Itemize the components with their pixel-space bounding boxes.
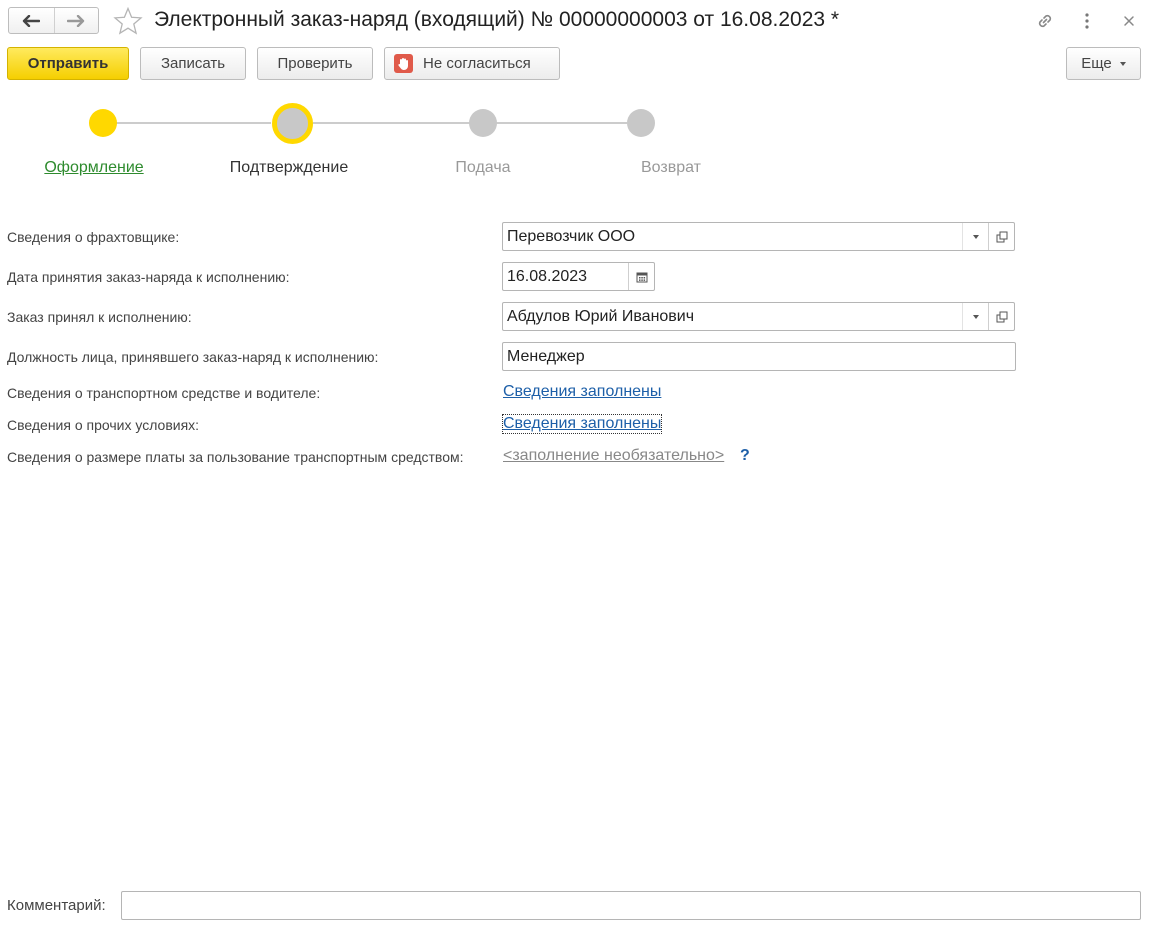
arrow-right-icon (67, 14, 85, 27)
calendar-button[interactable] (628, 263, 654, 290)
link-icon[interactable] (1034, 10, 1056, 32)
toolbar: Отправить Записать Проверить Не согласит… (0, 47, 1154, 81)
position-value: Менеджер (507, 347, 585, 365)
charterer-field[interactable]: Перевозчик ООО (502, 222, 1015, 251)
charterer-value: Перевозчик ООО (507, 227, 636, 245)
step-dot-pending (469, 109, 497, 137)
fee-label: Сведения о размере платы за пользование … (7, 449, 464, 465)
fee-link[interactable]: <заполнение необязательно> (503, 447, 724, 465)
step-label-pending: Подача (455, 159, 511, 176)
accept-date-field[interactable]: 16.08.2023 (502, 262, 655, 291)
open-window-icon (996, 231, 1007, 242)
open-button[interactable] (988, 223, 1014, 250)
send-button-label: Отправить (27, 55, 109, 72)
more-button-label: Еще (1081, 55, 1112, 72)
arrow-left-icon (23, 14, 41, 27)
stop-hand-icon (394, 54, 413, 73)
save-button[interactable]: Записать (140, 47, 246, 80)
other-conditions-link[interactable]: Сведения заполнены (501, 414, 663, 434)
step-label-current: Подтверждение (229, 159, 349, 176)
calendar-icon (636, 272, 647, 282)
comment-label: Комментарий: (7, 897, 106, 914)
help-icon[interactable]: ? (740, 447, 750, 465)
dropdown-button[interactable] (962, 223, 988, 250)
accept-date-value: 16.08.2023 (507, 267, 588, 285)
position-field[interactable]: Менеджер (502, 342, 1016, 371)
close-icon[interactable] (1118, 10, 1140, 32)
window-controls (1034, 10, 1140, 32)
forward-button[interactable] (53, 8, 99, 33)
step-dot-done (89, 109, 117, 137)
dropdown-button[interactable] (962, 303, 988, 330)
send-button[interactable]: Отправить (7, 47, 129, 80)
check-button[interactable]: Проверить (257, 47, 373, 80)
chevron-down-icon (972, 314, 979, 319)
accept-date-label: Дата принятия заказ-наряда к исполнению: (7, 269, 290, 285)
navigation-group (8, 7, 99, 34)
back-button[interactable] (9, 8, 54, 33)
stepper-connector (313, 122, 471, 124)
step-dot-current (272, 103, 313, 144)
comment-input[interactable] (121, 891, 1141, 920)
position-label: Должность лица, принявшего заказ-наряд к… (7, 349, 379, 365)
chevron-down-icon (1119, 61, 1126, 66)
disagree-button[interactable]: Не согласиться (384, 47, 560, 80)
process-stepper: Оформление Подтверждение Подача Возврат (0, 100, 760, 190)
other-conditions-label: Сведения о прочих условиях: (7, 417, 200, 433)
accepted-by-label: Заказ принял к исполнению: (7, 309, 192, 325)
open-button[interactable] (988, 303, 1014, 330)
more-button[interactable]: Еще (1066, 47, 1141, 80)
more-vertical-icon[interactable] (1076, 10, 1098, 32)
open-window-icon (996, 311, 1007, 322)
favorite-star-icon[interactable] (113, 6, 143, 38)
check-button-label: Проверить (277, 55, 353, 72)
step-label-done[interactable]: Оформление (44, 159, 143, 177)
vehicle-driver-label: Сведения о транспортном средстве и водит… (7, 385, 321, 401)
stepper-connector (103, 122, 271, 124)
save-button-label: Записать (160, 55, 226, 72)
window-title: Электронный заказ-наряд (входящий) № 000… (154, 8, 840, 31)
chevron-down-icon (972, 234, 979, 239)
stepper-connector (495, 122, 627, 124)
disagree-button-label: Не согласиться (423, 55, 531, 72)
charterer-label: Сведения о фрахтовщике: (7, 229, 180, 245)
step-label-pending: Возврат (641, 159, 701, 176)
accepted-by-field[interactable]: Абдулов Юрий Иванович (502, 302, 1015, 331)
title-bar: Электронный заказ-наряд (входящий) № 000… (0, 0, 1154, 42)
step-dot-pending (627, 109, 655, 137)
vehicle-driver-link[interactable]: Сведения заполнены (503, 383, 661, 401)
accepted-by-value: Абдулов Юрий Иванович (507, 307, 695, 325)
